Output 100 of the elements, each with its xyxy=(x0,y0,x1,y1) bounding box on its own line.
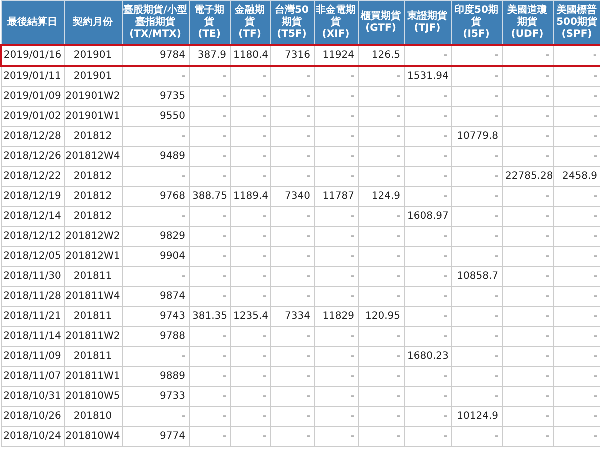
table-cell: - xyxy=(502,266,553,286)
table-cell: - xyxy=(451,146,502,166)
table-cell: - xyxy=(553,45,600,66)
table-cell: 2018/11/14 xyxy=(1,326,64,346)
table-cell: - xyxy=(502,326,553,346)
table-cell: - xyxy=(451,326,502,346)
table-cell: - xyxy=(270,166,314,186)
table-cell: - xyxy=(404,306,451,326)
table-cell: - xyxy=(230,126,270,146)
table-cell: 10858.7 xyxy=(451,266,502,286)
table-cell: - xyxy=(358,206,404,226)
table-cell: - xyxy=(404,386,451,406)
table-cell: - xyxy=(404,406,451,426)
table-cell: - xyxy=(230,286,270,306)
table-cell: - xyxy=(189,106,230,126)
table-cell: 1235.4 xyxy=(230,306,270,326)
table-cell: - xyxy=(230,86,270,106)
table-cell: - xyxy=(189,206,230,226)
table-cell: 9550 xyxy=(122,106,189,126)
table-cell: - xyxy=(270,286,314,306)
table-cell: 2018/10/26 xyxy=(1,406,64,426)
table-cell: - xyxy=(122,266,189,286)
table-cell: - xyxy=(358,326,404,346)
table-cell: - xyxy=(404,246,451,266)
table-cell: - xyxy=(451,366,502,386)
table-cell: - xyxy=(189,226,230,246)
table-cell: - xyxy=(404,186,451,206)
table-cell: 2019/01/11 xyxy=(1,66,64,86)
table-cell: 201812 xyxy=(64,186,122,206)
table-cell: 9733 xyxy=(122,386,189,406)
table-cell: - xyxy=(404,86,451,106)
table-cell: - xyxy=(122,346,189,366)
table-cell: 201810W4 xyxy=(64,426,122,446)
table-cell: - xyxy=(122,206,189,226)
table-cell: - xyxy=(230,386,270,406)
table-cell: 1531.94 xyxy=(404,66,451,86)
table-cell: - xyxy=(358,66,404,86)
table-cell: 201811 xyxy=(64,266,122,286)
table-cell: 201901W2 xyxy=(64,86,122,106)
table-cell: - xyxy=(270,106,314,126)
column-header: 東證期貨 (TJF) xyxy=(404,0,451,45)
table-cell: 201901 xyxy=(64,66,122,86)
table-cell: 2018/10/31 xyxy=(1,386,64,406)
table-cell: 201810W5 xyxy=(64,386,122,406)
table-cell: 2018/12/05 xyxy=(1,246,64,266)
table-cell: - xyxy=(451,206,502,226)
table-cell: - xyxy=(451,186,502,206)
table-cell: - xyxy=(404,266,451,286)
table-cell: - xyxy=(189,166,230,186)
table-cell: - xyxy=(314,66,358,86)
table-cell: - xyxy=(502,186,553,206)
table-cell: - xyxy=(189,386,230,406)
table-cell: - xyxy=(314,326,358,346)
table-cell: - xyxy=(502,426,553,446)
table-cell: 201812W4 xyxy=(64,146,122,166)
table-cell: - xyxy=(189,246,230,266)
table-cell: 1680.23 xyxy=(404,346,451,366)
table-cell: - xyxy=(502,286,553,306)
table-cell: 2019/01/02 xyxy=(1,106,64,126)
table-cell: - xyxy=(451,386,502,406)
table-cell: - xyxy=(451,86,502,106)
table-cell: - xyxy=(314,106,358,126)
table-cell: - xyxy=(451,306,502,326)
table-cell: - xyxy=(314,426,358,446)
table-cell: - xyxy=(502,86,553,106)
table-cell: - xyxy=(314,86,358,106)
table-cell: - xyxy=(230,266,270,286)
table-cell: - xyxy=(122,166,189,186)
table-cell: - xyxy=(230,106,270,126)
table-cell: - xyxy=(230,206,270,226)
table-cell: 201901 xyxy=(64,45,122,66)
table-cell: - xyxy=(270,366,314,386)
table-cell: 9774 xyxy=(122,426,189,446)
table-cell: - xyxy=(358,86,404,106)
table-cell: - xyxy=(270,86,314,106)
table-cell: 201812 xyxy=(64,126,122,146)
table-cell: - xyxy=(404,326,451,346)
table-cell: 201810 xyxy=(64,406,122,426)
table-cell: - xyxy=(230,346,270,366)
table-cell: - xyxy=(122,406,189,426)
table-cell: - xyxy=(314,386,358,406)
table-cell: - xyxy=(314,246,358,266)
table-cell: 11787 xyxy=(314,186,358,206)
table-cell: 2018/11/28 xyxy=(1,286,64,306)
table-cell: - xyxy=(189,346,230,366)
table-cell: 124.9 xyxy=(358,186,404,206)
table-cell: - xyxy=(358,106,404,126)
table-cell: 1608.97 xyxy=(404,206,451,226)
table-cell: 2018/11/30 xyxy=(1,266,64,286)
table-cell: - xyxy=(189,286,230,306)
table-cell: 7316 xyxy=(270,45,314,66)
table-cell: - xyxy=(358,246,404,266)
table-cell: - xyxy=(358,266,404,286)
table-cell: - xyxy=(270,66,314,86)
table-cell: 120.95 xyxy=(358,306,404,326)
table-cell: 7334 xyxy=(270,306,314,326)
table-cell: 1189.4 xyxy=(230,186,270,206)
table-cell: 22785.28 xyxy=(502,166,553,186)
table-cell: 2019/01/09 xyxy=(1,86,64,106)
table-cell: 126.5 xyxy=(358,45,404,66)
